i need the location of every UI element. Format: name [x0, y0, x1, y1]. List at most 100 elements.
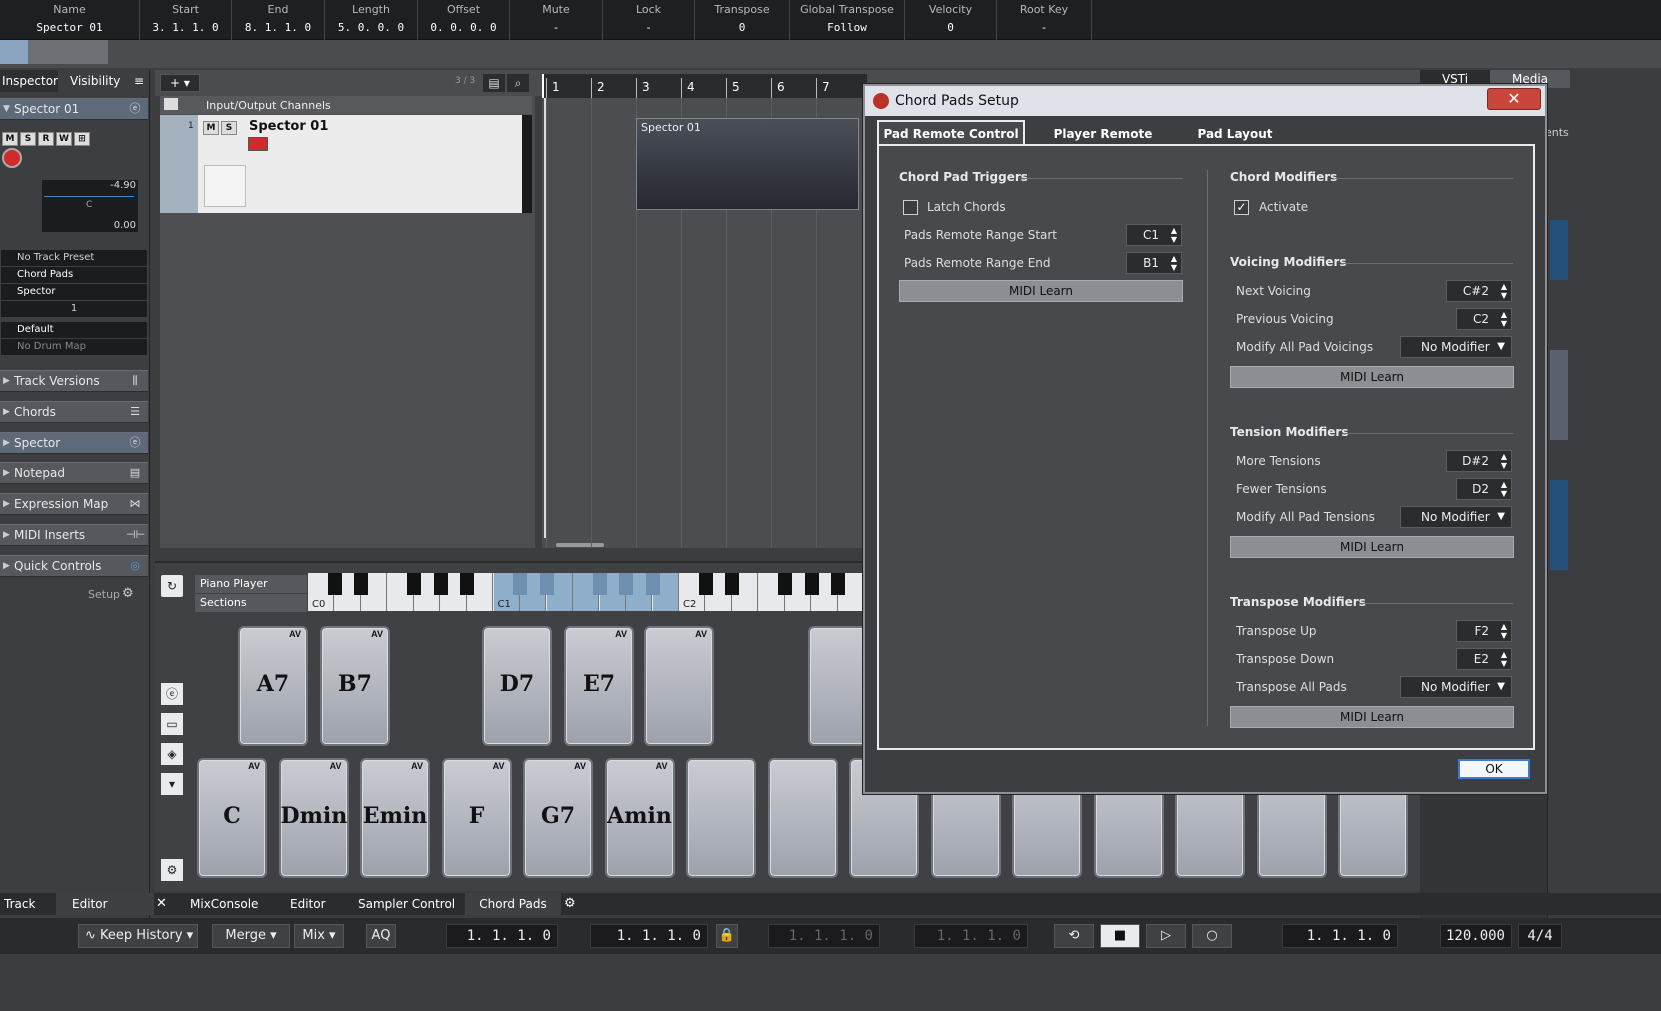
tab-chord-pads[interactable]: Chord Pads	[465, 893, 561, 915]
menu-icon[interactable]: ≡	[134, 70, 144, 92]
lock-icon[interactable]: 🔒	[716, 924, 738, 948]
comment-icon[interactable]: ▭	[161, 713, 183, 735]
info-value[interactable]: -	[603, 21, 694, 34]
info-value[interactable]: Spector 01	[0, 21, 139, 34]
tempo-display[interactable]: 120.000	[1440, 924, 1512, 948]
punch-out-position[interactable]: 1. 1. 1. 0	[914, 924, 1028, 948]
gear-icon[interactable]: ⚙	[122, 586, 134, 601]
gear-icon[interactable]: ⚙	[564, 893, 576, 915]
inspector-track-header[interactable]: ▼ Spector 01 ⓔ	[0, 98, 148, 120]
midi-channel[interactable]: 1	[1, 301, 147, 317]
chord-pad[interactable]: AV C	[197, 758, 267, 878]
tab-pad-remote-control[interactable]: Pad Remote Control	[877, 120, 1025, 146]
chord-pad[interactable]: AV Emin	[360, 758, 430, 878]
tag-icon[interactable]: ◈	[161, 743, 183, 765]
black-key[interactable]	[354, 573, 368, 595]
chord-pad[interactable]	[686, 758, 756, 878]
info-cell[interactable]: Offset 0. 0. 0. 0	[418, 0, 510, 40]
black-key[interactable]	[407, 573, 421, 595]
drum-map-select[interactable]: No Drum Map	[1, 339, 147, 355]
next-voicing-stepper[interactable]: C#2 ▲ ▼	[1446, 280, 1512, 302]
info-value[interactable]: 5. 0. 0. 0	[325, 21, 417, 34]
black-key[interactable]	[327, 573, 342, 595]
chord-pad[interactable]: AV	[644, 626, 714, 746]
tab-inspector[interactable]: Inspector	[0, 70, 58, 92]
grid-button[interactable]: ⊞	[74, 132, 90, 146]
fewer-tensions-stepper[interactable]: D2 ▲ ▼	[1456, 478, 1512, 500]
info-value[interactable]: Follow	[790, 21, 904, 34]
info-cell[interactable]: Velocity 0	[905, 0, 997, 40]
black-key[interactable]	[778, 573, 792, 595]
edit-instrument-icon[interactable]: ⓔ	[126, 101, 144, 117]
piano-keyboard[interactable]: C0 C1 C2	[308, 573, 864, 611]
info-cell[interactable]: Name Spector 01	[0, 0, 140, 40]
range-end-stepper[interactable]: B1 ▲ ▼	[1126, 252, 1182, 274]
add-track-button[interactable]: + ▾	[160, 74, 200, 92]
media-thumb-1[interactable]	[1550, 220, 1568, 280]
chord-pad[interactable]	[767, 758, 838, 878]
black-key[interactable]	[592, 573, 607, 595]
transpose-all-dropdown[interactable]: No Modifier ▼	[1400, 676, 1512, 698]
folder-track[interactable]: Input/Output Channels	[160, 96, 532, 114]
signature-display[interactable]: 4/4	[1518, 924, 1562, 948]
previous-voicing-stepper[interactable]: C2 ▲ ▼	[1456, 308, 1512, 330]
media-thumb-2[interactable]	[1550, 350, 1568, 440]
chord-pad[interactable]: AV F	[441, 758, 512, 878]
latch-chords-checkbox[interactable]	[903, 200, 918, 215]
black-key[interactable]	[725, 573, 739, 595]
read-button[interactable]: R	[38, 132, 54, 146]
info-cell[interactable]: Transpose 0	[695, 0, 790, 40]
tension-midi-learn-button[interactable]: MIDI Learn	[1230, 536, 1514, 558]
gear-icon[interactable]: ⚙	[161, 859, 183, 881]
playhead[interactable]	[542, 74, 544, 98]
info-cell[interactable]: End 8. 1. 1. 0	[232, 0, 325, 40]
info-value[interactable]: 0. 0. 0. 0	[418, 21, 509, 34]
section-midi-inserts[interactable]: ▶ MIDI Inserts ⊣⊢	[0, 524, 148, 546]
info-cell[interactable]: Start 3. 1. 1. 0	[140, 0, 232, 40]
tab-mixconsole[interactable]: MixConsole	[190, 893, 258, 915]
chevron-down-icon[interactable]: ▾	[161, 773, 183, 795]
transpose-up-stepper[interactable]: F2 ▲ ▼	[1456, 620, 1512, 642]
range-start-stepper[interactable]: C1 ▲ ▼	[1126, 224, 1182, 246]
black-key[interactable]	[804, 573, 819, 595]
edit-icon[interactable]: ⓔ	[161, 683, 183, 705]
section-quick-controls[interactable]: ▶ Quick Controls ◎	[0, 555, 148, 577]
search-icon[interactable]: ⌕	[507, 74, 529, 92]
left-locator[interactable]: 1. 1. 1. 0	[446, 924, 558, 948]
solo-button[interactable]: S	[20, 132, 36, 146]
right-locator[interactable]: 1. 1. 1. 0	[590, 924, 708, 948]
more-tensions-stepper[interactable]: D#2 ▲ ▼	[1446, 450, 1512, 472]
modify-voicings-dropdown[interactable]: No Modifier ▼	[1400, 336, 1512, 358]
tab-player-remote-control[interactable]: Player Remote Control	[1033, 122, 1173, 165]
ruler[interactable]: 1 2 3 4 5 6 7	[542, 74, 867, 98]
info-cell[interactable]: Lock -	[603, 0, 695, 40]
black-key[interactable]	[460, 573, 474, 595]
input-routing[interactable]: Chord Pads	[1, 267, 147, 283]
black-key[interactable]	[539, 573, 554, 595]
chord-pad[interactable]: AV B7	[320, 626, 390, 746]
triggers-midi-learn-button[interactable]: MIDI Learn	[899, 280, 1183, 302]
info-cell[interactable]: Length 5. 0. 0. 0	[325, 0, 418, 40]
mode-select[interactable]: Sections	[195, 594, 307, 612]
ok-button[interactable]: OK	[1458, 759, 1530, 779]
black-key[interactable]	[513, 573, 527, 595]
chord-pad[interactable]: D7	[482, 626, 552, 746]
cycle-button[interactable]: ⟲	[1054, 924, 1094, 948]
info-value[interactable]: 3. 1. 1. 0	[140, 21, 231, 34]
tab-track[interactable]: Track	[4, 893, 35, 915]
close-icon[interactable]: ✕	[156, 893, 167, 915]
info-value[interactable]: 0	[695, 21, 789, 34]
chord-pad[interactable]: AV Amin	[604, 758, 675, 878]
black-key[interactable]	[831, 573, 845, 595]
info-value[interactable]: -	[510, 21, 602, 34]
transpose-down-stepper[interactable]: E2 ▲ ▼	[1456, 648, 1512, 670]
merge-select[interactable]: Merge ▾	[212, 924, 290, 948]
record-button[interactable]: ○	[1192, 924, 1232, 948]
tab-editor[interactable]: Editor	[56, 893, 154, 915]
record-enable-button[interactable]	[2, 148, 22, 168]
history-select[interactable]: ∿ Keep History ▾	[78, 924, 198, 948]
mute-button[interactable]: M	[2, 132, 18, 146]
chord-pad[interactable]: AV A7	[238, 626, 308, 746]
volume-slider[interactable]	[44, 196, 134, 197]
black-key[interactable]	[698, 573, 713, 595]
